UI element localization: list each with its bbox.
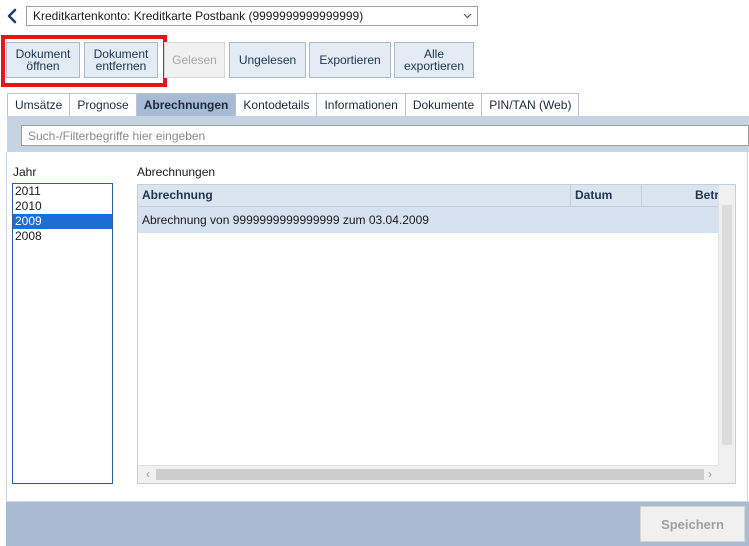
tab-label: Abrechnungen (143, 98, 229, 112)
tab-informationen[interactable]: Informationen (316, 93, 406, 116)
export-label: Exportieren (319, 53, 381, 67)
tab-bar: Umsätze Prognose Abrechnungen Kontodetai… (7, 93, 580, 116)
statements-table: Abrechnung Datum Betr Abrechnung von 999… (137, 184, 736, 484)
tab-label: Prognose (77, 98, 129, 112)
account-select[interactable]: Kreditkartenkonto: Kreditkarte Postbank … (26, 6, 478, 26)
cell-abrechnung: Abrechnung von 9999999999999999 zum 03.0… (142, 213, 429, 227)
tab-dokumente[interactable]: Dokumente (404, 93, 483, 116)
year-label: Jahr (13, 165, 37, 179)
tab-label: PIN/TAN (Web) (489, 98, 572, 112)
export-button[interactable]: Exportieren (309, 42, 391, 78)
tab-label: Kontodetails (243, 98, 310, 112)
statements-label: Abrechnungen (137, 165, 216, 179)
footer-bar (6, 502, 749, 546)
search-input[interactable] (21, 125, 749, 146)
mark-unread-label: Ungelesen (238, 53, 297, 67)
account-select-value: Kreditkartenkonto: Kreditkarte Postbank … (33, 9, 364, 23)
table-header: Abrechnung Datum Betr (138, 185, 719, 207)
column-header-betrag[interactable]: Betr (642, 185, 719, 206)
column-header-abrechnung[interactable]: Abrechnung (138, 185, 571, 206)
scroll-thumb[interactable] (156, 469, 704, 480)
tab-kontodetails[interactable]: Kontodetails (235, 93, 318, 116)
mark-unread-button[interactable]: Ungelesen (229, 42, 306, 78)
tab-pin-tan[interactable]: PIN/TAN (Web) (481, 93, 580, 116)
export-all-label: Alle exportieren (403, 47, 465, 73)
highlight-box (1, 35, 167, 87)
tab-umsaetze[interactable]: Umsätze (7, 93, 71, 116)
back-button[interactable] (4, 6, 20, 26)
vertical-scrollbar[interactable] (718, 185, 735, 466)
mark-read-label: Gelesen (172, 53, 217, 67)
year-item[interactable]: 2008 (13, 229, 112, 244)
year-item[interactable]: 2011 (13, 184, 112, 199)
scroll-corner (718, 465, 735, 483)
tab-label: Informationen (324, 98, 398, 112)
year-item-selected[interactable]: 2009 (13, 214, 112, 229)
year-list[interactable]: 2011 2010 2009 2008 (12, 183, 113, 484)
chevron-left-icon (7, 8, 17, 24)
chevron-right-icon[interactable]: › (702, 466, 718, 483)
tab-prognose[interactable]: Prognose (69, 93, 137, 116)
tab-abrechnungen[interactable]: Abrechnungen (135, 93, 237, 116)
horizontal-scrollbar[interactable]: ‹ › (138, 465, 735, 483)
scroll-thumb[interactable] (722, 205, 732, 445)
export-all-button[interactable]: Alle exportieren (394, 42, 474, 78)
save-button[interactable]: Speichern (640, 506, 745, 542)
table-row[interactable]: Abrechnung von 9999999999999999 zum 03.0… (138, 207, 719, 233)
mark-read-button[interactable]: Gelesen (164, 42, 225, 78)
chevron-left-icon[interactable]: ‹ (140, 466, 156, 483)
tab-label: Dokumente (412, 98, 475, 112)
year-item[interactable]: 2010 (13, 199, 112, 214)
column-header-datum[interactable]: Datum (571, 185, 642, 206)
save-label: Speichern (661, 516, 724, 532)
tab-label: Umsätze (15, 98, 63, 112)
chevron-down-icon (463, 7, 472, 25)
